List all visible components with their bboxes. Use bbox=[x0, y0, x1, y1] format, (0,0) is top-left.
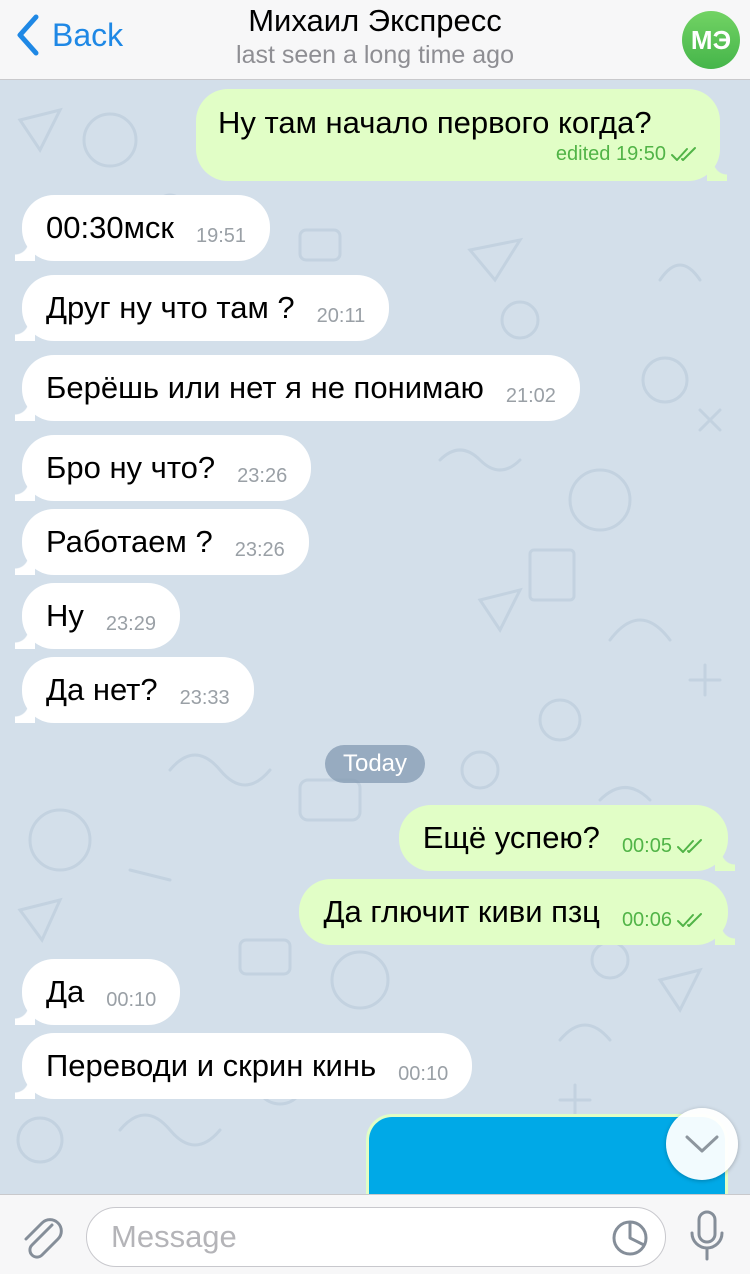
message-time: 23:26 bbox=[237, 464, 288, 487]
paperclip-icon[interactable] bbox=[18, 1211, 66, 1261]
message-bubble-incoming[interactable]: 00:30мск 19:51 bbox=[14, 195, 271, 261]
message-time: 23:26 bbox=[234, 538, 285, 561]
message-time: 23:29 bbox=[105, 612, 156, 635]
message-text: Берёшь или нет я не понимаю bbox=[46, 370, 484, 405]
message-bubble-incoming[interactable]: Да нет? 23:33 bbox=[15, 657, 254, 723]
message-time: 21:02 bbox=[505, 384, 556, 407]
avatar[interactable]: МЭ bbox=[682, 11, 740, 69]
message-bubble-incoming[interactable]: Да 00:10 bbox=[14, 959, 181, 1025]
message-time: edited 19:50 bbox=[556, 143, 698, 166]
message-input[interactable] bbox=[111, 1218, 591, 1256]
scroll-to-bottom-button[interactable] bbox=[666, 1108, 738, 1180]
message-list[interactable]: Ну там начало первого когда? edited 19:5… bbox=[0, 80, 750, 1194]
double-check-icon bbox=[677, 913, 702, 927]
sticker-icon[interactable] bbox=[611, 1219, 649, 1257]
message-time: 00:06 bbox=[622, 909, 704, 932]
message-bubble-incoming[interactable]: Работаем ? 23:26 bbox=[15, 509, 309, 575]
double-check-icon bbox=[677, 839, 702, 853]
message-bubble-incoming[interactable]: Берёшь или нет я не понимаю 21:02 bbox=[15, 355, 580, 421]
message-text: 00:30мск bbox=[46, 210, 174, 245]
message-text: Ещё успею? bbox=[422, 820, 600, 855]
message-text: Ну там начало первого когда? bbox=[218, 104, 652, 140]
message-bubble-incoming[interactable]: Друг ну что там ? 20:11 bbox=[14, 275, 390, 341]
message-time: 00:05 bbox=[622, 835, 704, 858]
message-bubble-incoming[interactable]: Переводи и скрин кинь 00:10 bbox=[14, 1033, 473, 1099]
message-text: Бро ну что? bbox=[46, 450, 216, 485]
message-bubble-outgoing[interactable]: Ещё успею? 00:05 bbox=[398, 805, 736, 871]
chat-header: Back Михаил Экспресс last seen a long ti… bbox=[0, 0, 750, 80]
avatar-initials: МЭ bbox=[690, 24, 732, 55]
message-bubble-incoming[interactable]: Бро ну что? 23:26 bbox=[14, 435, 312, 501]
chat-title-area[interactable]: Михаил Экспресс last seen a long time ag… bbox=[0, 4, 750, 70]
microphone-icon[interactable] bbox=[684, 1209, 730, 1263]
message-input-bar bbox=[0, 1194, 750, 1274]
message-text: Работаем ? bbox=[46, 524, 213, 559]
message-bubble-incoming[interactable]: Ну 23:29 bbox=[15, 583, 180, 649]
contact-name: Михаил Экспресс bbox=[248, 3, 502, 38]
contact-status: last seen a long time ago bbox=[236, 41, 514, 69]
message-bubble-outgoing[interactable]: Да глючит киви пзц 00:06 bbox=[299, 879, 735, 945]
message-text: Ну bbox=[46, 598, 84, 633]
message-bubble-outgoing[interactable]: Ну там начало первого когда? edited 19:5… bbox=[196, 89, 727, 181]
message-time: 19:51 bbox=[195, 224, 247, 247]
message-text: Да глючит киви пзц bbox=[323, 894, 600, 929]
message-time: 20:11 bbox=[316, 304, 366, 327]
message-time: 00:10 bbox=[398, 1062, 449, 1085]
message-text: Переводи и скрин кинь bbox=[46, 1048, 377, 1083]
message-text: Да bbox=[46, 974, 85, 1009]
message-field[interactable] bbox=[86, 1207, 666, 1267]
chevron-down-icon bbox=[685, 1135, 719, 1153]
date-separator: Today bbox=[325, 745, 425, 783]
message-time: 00:10 bbox=[106, 988, 157, 1011]
message-text: Да нет? bbox=[46, 672, 158, 707]
message-time: 23:33 bbox=[179, 686, 230, 709]
double-check-icon bbox=[671, 147, 696, 161]
message-text: Друг ну что там ? bbox=[46, 290, 295, 325]
